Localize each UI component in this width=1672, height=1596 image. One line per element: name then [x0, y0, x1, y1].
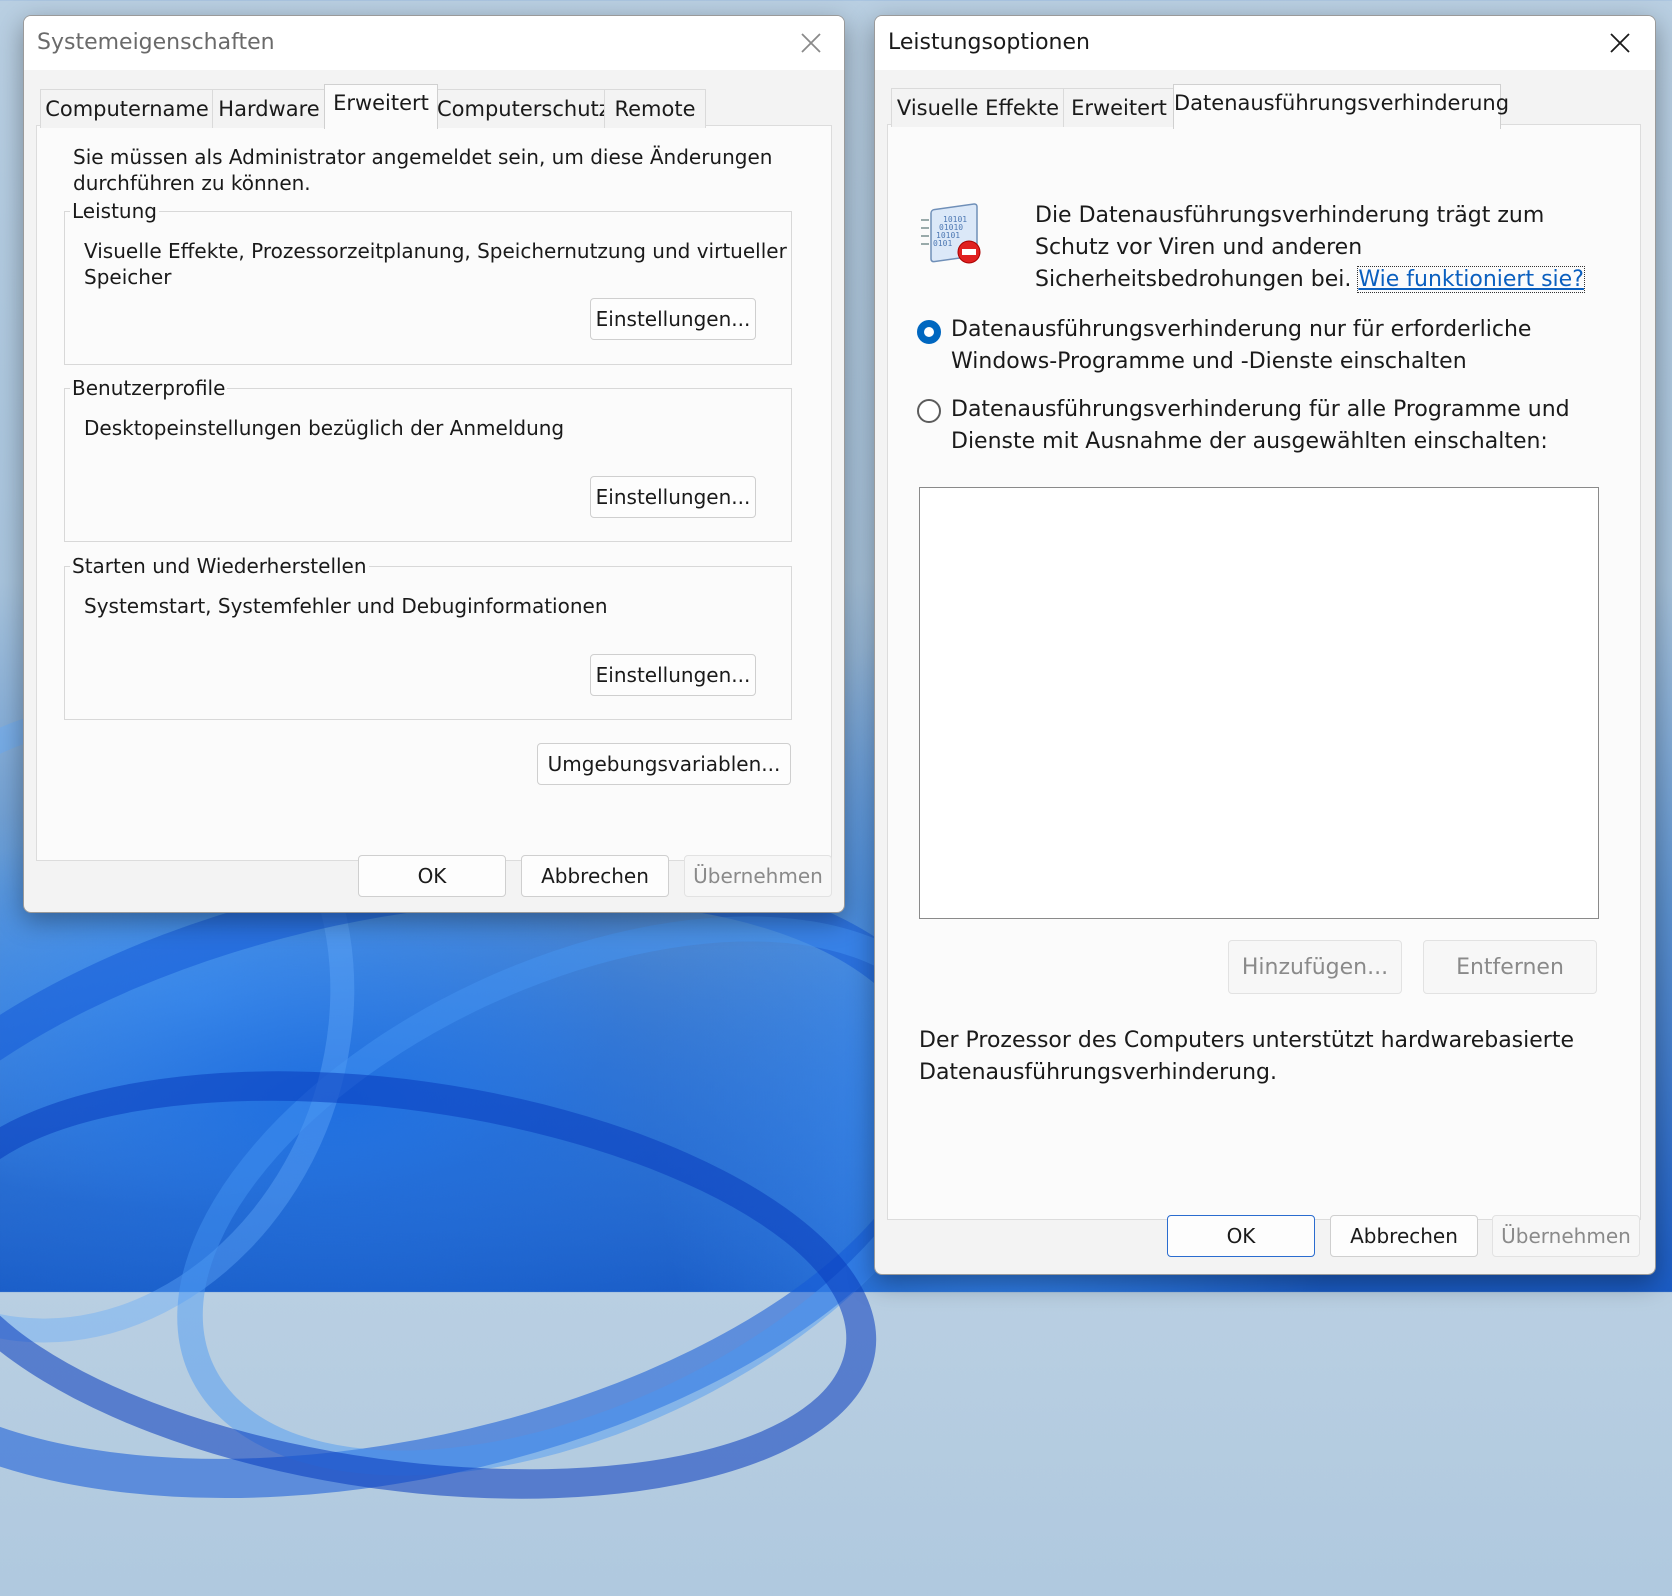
tab-computerschutz[interactable]: Computerschutz: [436, 89, 610, 128]
dep-intro-line: Die Datenausführungsverhinderung trägt z…: [1035, 203, 1545, 228]
window-title: Systemeigenschaften: [37, 30, 275, 55]
title-bar: Systemeigenschaften: [24, 16, 844, 70]
leistung-settings-button[interactable]: Einstellungen...: [590, 298, 756, 340]
dep-intro-text: Sicherheitsbedrohungen bei.: [1035, 267, 1352, 292]
tab-computername[interactable]: Computername: [40, 89, 214, 128]
close-button[interactable]: [1597, 20, 1643, 66]
add-button[interactable]: Hinzufügen...: [1228, 940, 1402, 994]
ok-button[interactable]: OK: [358, 855, 506, 897]
dep-intro-line: Schutz vor Viren und anderen: [1035, 235, 1363, 260]
dep-shield-icon: 10101 01010 10101 0101: [917, 200, 987, 270]
environment-variables-button[interactable]: Umgebungsvariablen...: [537, 743, 791, 785]
admin-notice: Sie müssen als Administrator angemeldet …: [73, 144, 772, 196]
performance-options-window: Leistungsoptionen Visuelle Effekte Erwei…: [874, 15, 1656, 1275]
close-button[interactable]: [788, 20, 834, 66]
tab-erweitert[interactable]: Erweitert: [1063, 88, 1175, 127]
group-legend: Benutzerprofile: [70, 376, 228, 400]
tab-remote[interactable]: Remote: [604, 89, 706, 128]
status-line: Der Prozessor des Computers unterstützt …: [919, 1028, 1574, 1053]
group-starten-wiederherstellen: Starten und Wiederherstellen Systemstart…: [64, 554, 792, 720]
group-description-line: Desktopeinstellungen bezüglich der Anmel…: [84, 416, 565, 440]
processor-support-status: Der Prozessor des Computers unterstützt …: [919, 1025, 1574, 1089]
status-line: Datenausführungsverhinderung.: [919, 1060, 1278, 1085]
dep-all-label[interactable]: Datenausführungsverhinderung für alle Pr…: [951, 394, 1570, 458]
group-leistung: Leistung Visuelle Effekte, Prozessorzeit…: [64, 199, 792, 365]
window-title: Leistungsoptionen: [888, 30, 1090, 55]
dep-all-radio[interactable]: [917, 399, 941, 423]
close-icon: [1610, 33, 1630, 53]
dep-intro: Die Datenausführungsverhinderung trägt z…: [1035, 200, 1585, 296]
radio-label-line: Windows-Programme und -Dienste einschalt…: [951, 349, 1467, 374]
title-bar: Leistungsoptionen: [875, 16, 1655, 70]
admin-notice-line: Sie müssen als Administrator angemeldet …: [73, 145, 773, 169]
dep-intro-line: Sicherheitsbedrohungen bei. Wie funktion…: [1035, 264, 1585, 296]
system-properties-window: Systemeigenschaften Computername Hardwar…: [23, 15, 845, 913]
admin-notice-line: durchführen zu können.: [73, 171, 311, 195]
group-legend: Leistung: [70, 199, 159, 223]
dep-essential-label[interactable]: Datenausführungsverhinderung nur für erf…: [951, 314, 1531, 378]
dep-essential-radio[interactable]: [917, 320, 941, 344]
wallpaper-swirl: [0, 1015, 904, 1555]
apply-button[interactable]: Übernehmen: [684, 855, 832, 897]
exception-list[interactable]: [919, 487, 1599, 919]
tab-visuelle-effekte[interactable]: Visuelle Effekte: [891, 88, 1065, 127]
group-description-line: Speicher: [84, 265, 172, 289]
tab-dep[interactable]: Datenausführungsverhinderung: [1173, 84, 1509, 129]
group-description: Desktopeinstellungen bezüglich der Anmel…: [84, 415, 564, 441]
benutzerprofile-settings-button[interactable]: Einstellungen...: [590, 476, 756, 518]
ok-button[interactable]: OK: [1167, 1215, 1315, 1257]
close-icon: [801, 33, 821, 53]
cancel-button[interactable]: Abbrechen: [521, 855, 669, 897]
group-description: Visuelle Effekte, Prozessorzeitplanung, …: [84, 238, 787, 290]
group-description: Systemstart, Systemfehler und Debuginfor…: [84, 593, 608, 619]
radio-label-line: Dienste mit Ausnahme der ausgewählten ei…: [951, 429, 1548, 454]
group-legend: Starten und Wiederherstellen: [70, 554, 369, 578]
tab-erweitert[interactable]: Erweitert: [324, 84, 438, 129]
group-description-line: Systemstart, Systemfehler und Debuginfor…: [84, 594, 608, 618]
group-benutzerprofile: Benutzerprofile Desktopeinstellungen bez…: [64, 376, 792, 542]
group-description-line: Visuelle Effekte, Prozessorzeitplanung, …: [84, 239, 787, 263]
remove-button[interactable]: Entfernen: [1423, 940, 1597, 994]
help-link[interactable]: Wie funktioniert sie?: [1357, 266, 1585, 293]
cancel-button[interactable]: Abbrechen: [1330, 1215, 1478, 1257]
apply-button[interactable]: Übernehmen: [1492, 1215, 1640, 1257]
starten-settings-button[interactable]: Einstellungen...: [590, 654, 756, 696]
tab-hardware[interactable]: Hardware: [212, 89, 326, 128]
radio-label-line: Datenausführungsverhinderung nur für erf…: [951, 317, 1532, 342]
radio-label-line: Datenausführungsverhinderung für alle Pr…: [951, 397, 1570, 422]
svg-text:0101: 0101: [933, 239, 952, 248]
